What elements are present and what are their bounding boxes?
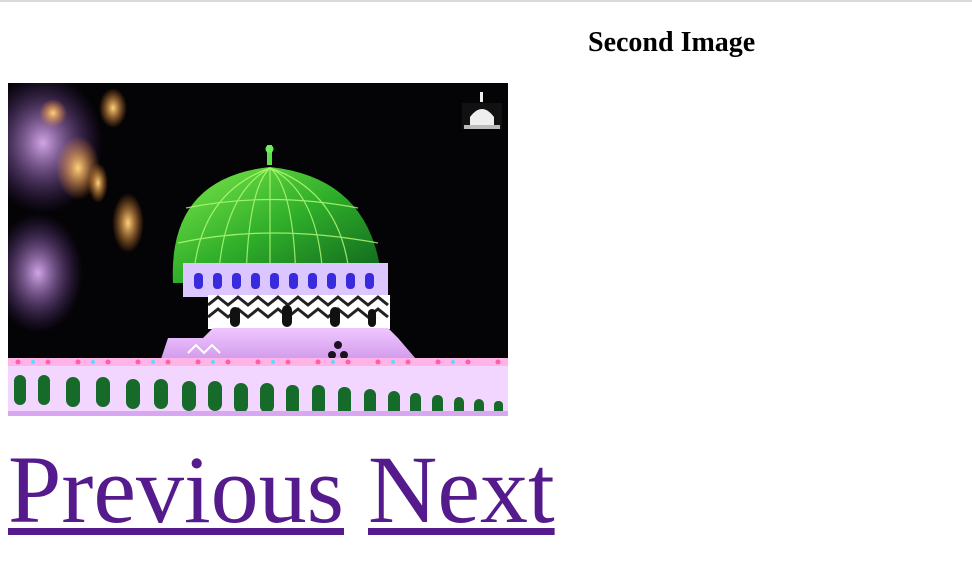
slide-heading: Second Image — [588, 27, 756, 58]
slide-image — [8, 83, 508, 416]
next-link[interactable]: Next — [368, 436, 555, 543]
slide-navigation: Previous Next — [8, 438, 555, 542]
top-divider — [0, 0, 972, 2]
previous-link[interactable]: Previous — [8, 436, 344, 543]
